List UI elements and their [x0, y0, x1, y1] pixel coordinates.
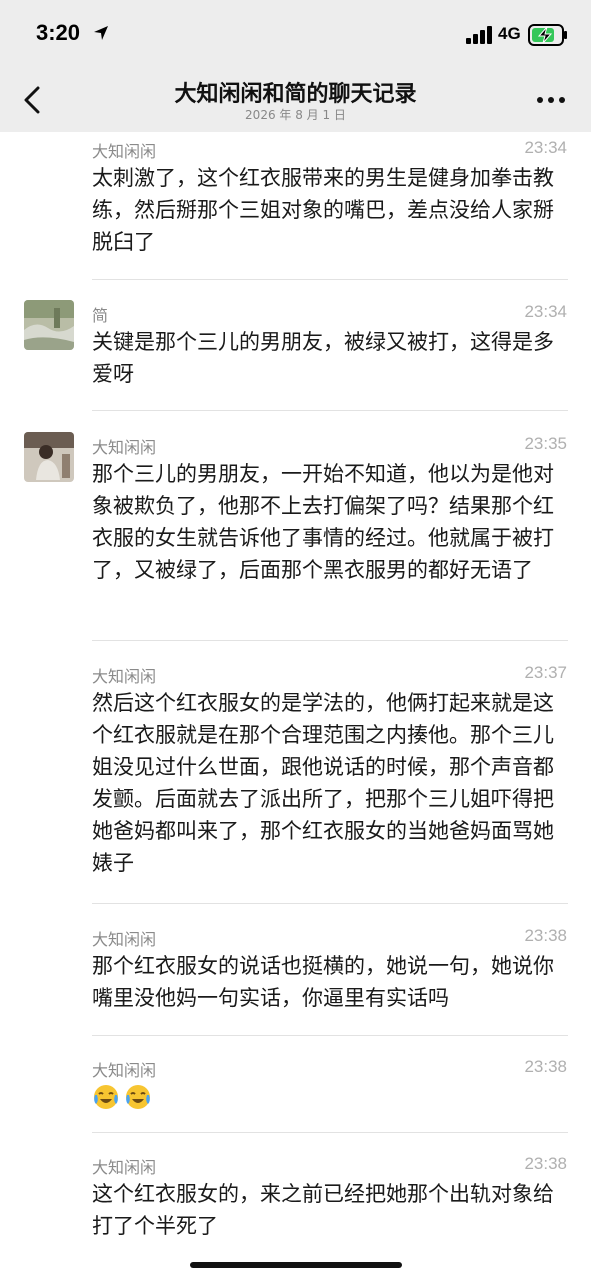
message-text: 那个红衣服女的说话也挺横的，她说一句，她说你嘴里没他妈一句实话，你逼里有实话吗 — [92, 954, 554, 1010]
location-arrow-icon — [94, 26, 108, 40]
message-item[interactable]: 大知闲闲 23:38 — [0, 1055, 591, 1125]
person-avatar-icon — [24, 432, 74, 482]
emoji-row — [92, 1083, 152, 1111]
message-sender: 大知闲闲 — [92, 1158, 157, 1177]
network-type: 4G — [498, 24, 521, 43]
page-subtitle: 2026 年 8 月 1 日 — [245, 108, 346, 122]
message-text: 关键是那个三儿的男朋友，被绿又被打，这得是多爱呀 — [92, 330, 554, 386]
message-item[interactable]: 大知闲闲 23:38 那个红衣服女的说话也挺横的，她说一句，她说你嘴里没他妈一句… — [0, 924, 591, 1024]
divider — [92, 1035, 568, 1036]
more-options-icon[interactable] — [536, 96, 566, 104]
message-time: 23:38 — [524, 1057, 567, 1076]
message-item[interactable]: 大知闲闲 23:34 太刺激了，这个红衣服带来的男生是健身加拳击教练，然后掰那个… — [0, 136, 591, 276]
crying-laughing-face-icon — [126, 1085, 150, 1109]
message-time: 23:35 — [524, 434, 567, 453]
battery-charging-icon — [528, 24, 567, 46]
divider — [92, 279, 568, 280]
message-item[interactable]: 简 23:34 关键是那个三儿的男朋友，被绿又被打，这得是多爱呀 — [0, 300, 591, 408]
nav-bar: 大知闲闲和简的聊天记录 2026 年 8 月 1 日 — [0, 70, 591, 132]
crying-laughing-face-icon — [94, 1085, 118, 1109]
message-time: 23:38 — [524, 1154, 567, 1173]
message-item[interactable]: 大知闲闲 23:35 那个三儿的男朋友，一开始不知道，他以为是他对象被欺负了，他… — [0, 432, 591, 632]
status-bar: 3:20 4G — [0, 0, 591, 70]
avatar[interactable] — [24, 300, 74, 350]
divider — [92, 640, 568, 641]
message-time: 23:34 — [524, 302, 567, 321]
message-text: 太刺激了，这个红衣服带来的男生是健身加拳击教练，然后掰那个三姐对象的嘴巴，差点没… — [92, 166, 554, 254]
message-sender: 大知闲闲 — [92, 142, 157, 161]
message-sender: 大知闲闲 — [92, 438, 157, 457]
message-text: 那个三儿的男朋友，一开始不知道，他以为是他对象被欺负了，他那不上去打偏架了吗？结… — [92, 462, 554, 582]
message-text: 这个红衣服女的，来之前已经把她那个出轨对象给打了个半死了 — [92, 1182, 554, 1238]
status-time: 3:20 — [36, 20, 81, 45]
message-time: 23:34 — [524, 138, 567, 157]
message-text: 然后这个红衣服女的是学法的，他俩打起来就是这个红衣服就是在那个合理范围之内揍他。… — [92, 691, 554, 875]
divider — [92, 903, 568, 904]
message-item[interactable]: 大知闲闲 23:38 这个红衣服女的，来之前已经把她那个出轨对象给打了个半死了 — [0, 1152, 591, 1252]
message-sender: 简 — [92, 306, 109, 325]
message-sender: 大知闲闲 — [92, 667, 157, 686]
cellular-signal-icon — [466, 26, 492, 44]
message-time: 23:37 — [524, 663, 567, 682]
page-title: 大知闲闲和简的聊天记录 — [174, 82, 417, 107]
avatar[interactable] — [24, 432, 74, 482]
message-sender: 大知闲闲 — [92, 930, 157, 949]
message-time: 23:38 — [524, 926, 567, 945]
message-sender: 大知闲闲 — [92, 1061, 157, 1080]
landscape-avatar-icon — [24, 300, 74, 350]
message-item[interactable]: 大知闲闲 23:37 然后这个红衣服女的是学法的，他俩打起来就是这个红衣服就是在… — [0, 661, 591, 891]
home-indicator[interactable] — [190, 1262, 402, 1268]
divider — [92, 410, 568, 411]
divider — [92, 1132, 568, 1133]
